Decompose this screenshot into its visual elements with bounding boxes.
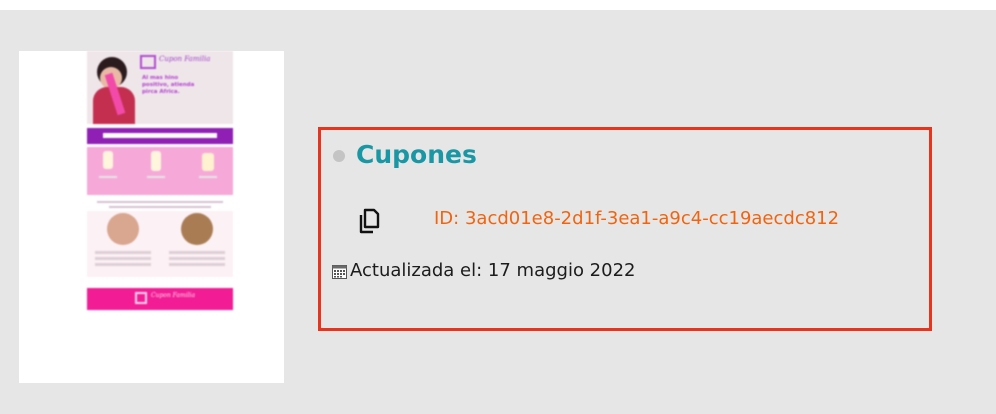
thumbnail-headline: Al mas hino positivo, atienda pirca Afri… (142, 75, 195, 95)
thumbnail-brand-text: Cupon Familia (159, 55, 211, 63)
thumbnail-product-1 (103, 151, 113, 169)
template-thumbnail[interactable]: Cupon Familia Al mas hino positivo, atie… (19, 51, 284, 383)
thumbnail-product-label-3 (199, 176, 217, 178)
thumbnail-quote-2c (169, 263, 225, 266)
thumbnail-logo-mark (140, 55, 156, 69)
thumbnail-text-line-2 (109, 206, 211, 208)
thumbnail-footer-brand: Cupon Familia (151, 292, 196, 299)
thumbnail-product-label-2 (147, 176, 165, 178)
status-dot (333, 150, 345, 162)
card-title[interactable]: Cupones (356, 136, 477, 174)
copy-icon-glyph (359, 208, 380, 234)
updated-date: Actualizada el: 17 maggio 2022 (350, 260, 636, 281)
thumbnail-quote-1b (95, 257, 151, 260)
calendar-icon-glyph (332, 265, 347, 279)
thumbnail-quote-2b (169, 257, 225, 260)
thumbnail-preview: Cupon Familia Al mas hino positivo, atie… (87, 51, 233, 373)
thumbnail-product-2 (151, 151, 161, 171)
thumbnail-quote-2a (169, 251, 225, 254)
copy-icon[interactable] (358, 207, 382, 235)
thumbnail-product-3 (202, 153, 214, 171)
thumbnail-text-line-1 (97, 201, 223, 203)
thumbnail-avatar-1 (107, 213, 139, 245)
thumbnail-quote-1c (95, 263, 151, 266)
thumbnail-footer-logo-mark (135, 292, 147, 304)
thumbnail-quote-1a (95, 251, 151, 254)
calendar-icon (332, 264, 347, 279)
thumbnail-band-line (103, 133, 217, 138)
thumbnail-avatar-2 (181, 213, 213, 245)
thumbnail-product-label-1 (99, 176, 117, 178)
coupon-id: ID: 3acd01e8-2d1f-3ea1-a9c4-cc19aecdc812 (434, 208, 840, 229)
